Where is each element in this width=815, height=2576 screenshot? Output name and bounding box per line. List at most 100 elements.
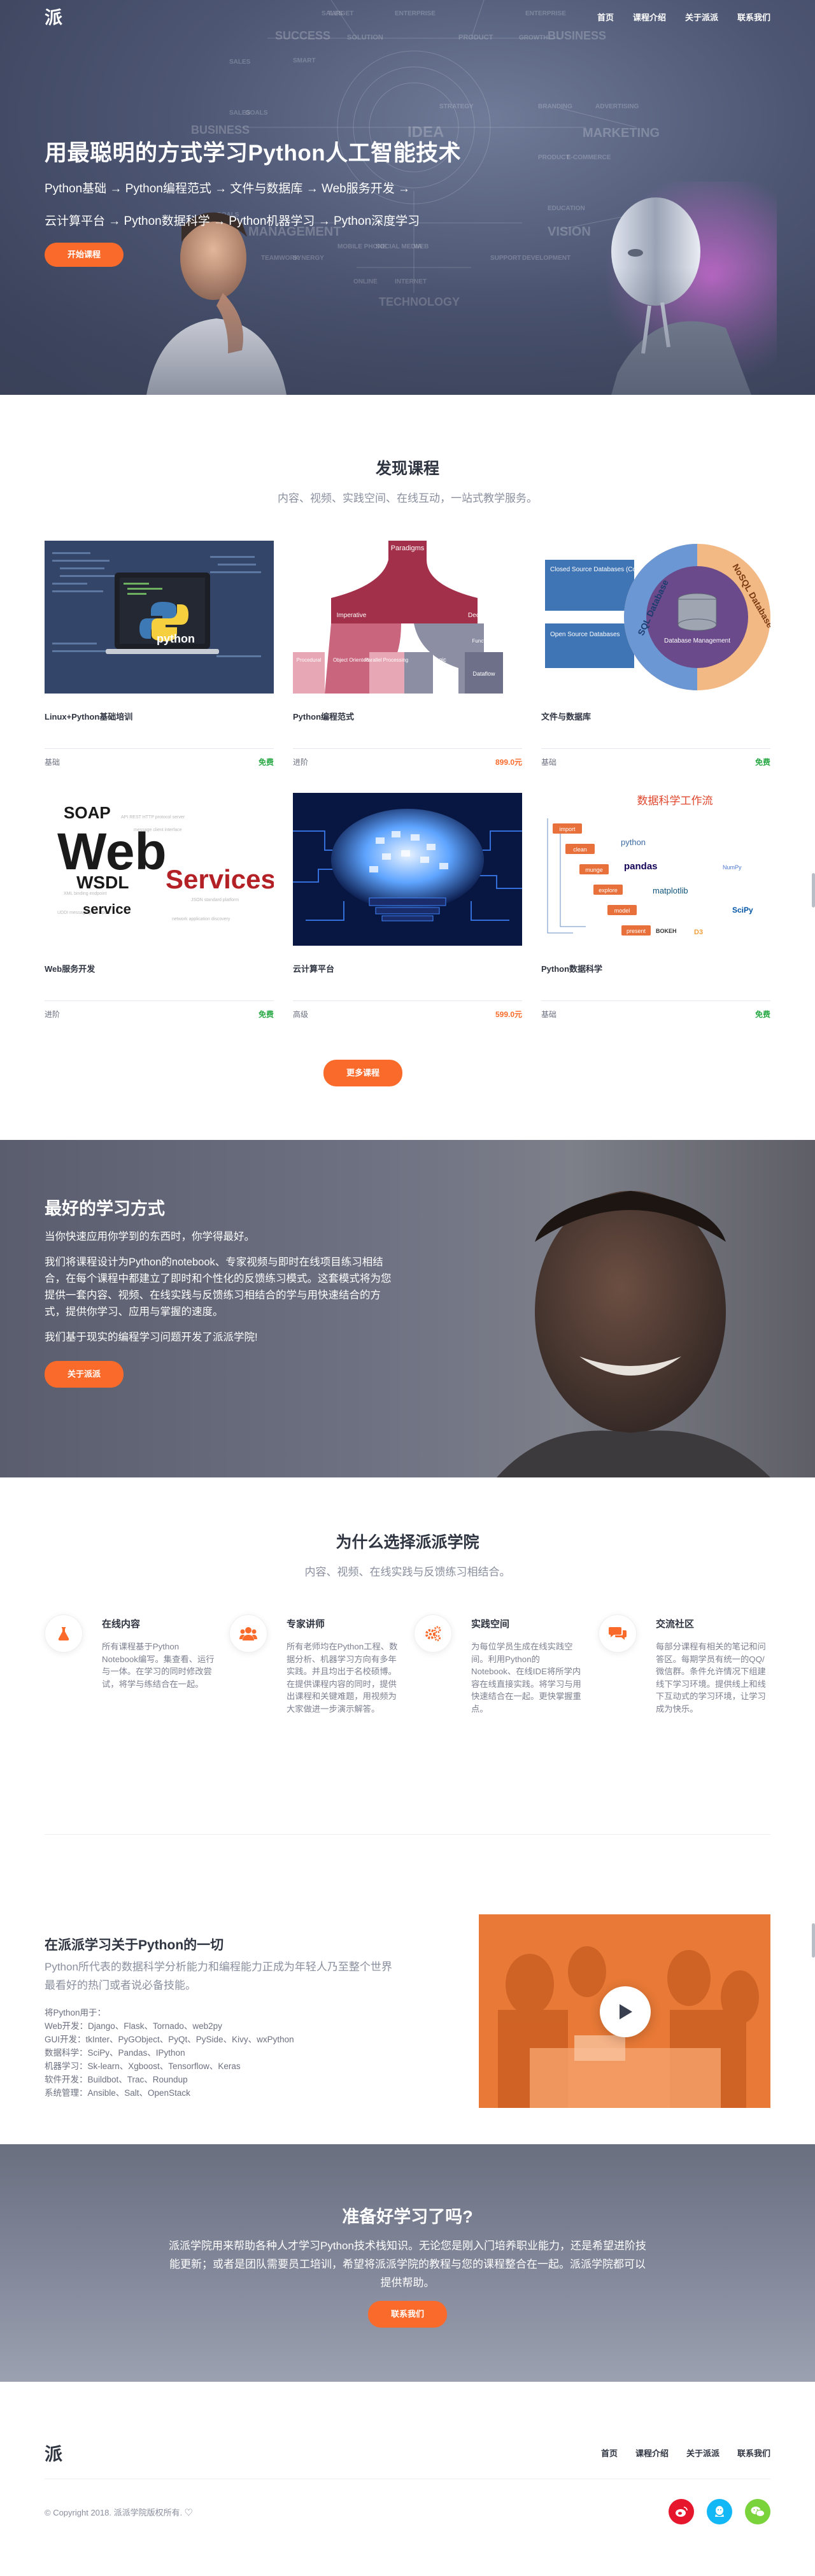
course-thumbnail[interactable]: API REST HTTP protocol server message cli…	[45, 793, 274, 946]
hero-bg-word: SALES	[229, 110, 251, 117]
course-card-web[interactable]: API REST HTTP protocol server message cli…	[45, 793, 274, 1020]
hero-title: 用最聪明的方式学习Python人工智能技术	[45, 141, 462, 166]
hero-content: 用最聪明的方式学习Python人工智能技术 Python基础 → Python编…	[45, 135, 528, 267]
python-use-datasci: 数据科学：SciPy、Pandas、IPython	[45, 2048, 185, 2058]
course-thumbnail[interactable]: 数据科学工作流 import clean munge explore model…	[541, 793, 770, 946]
course-name[interactable]: Linux+Python基础培训	[45, 710, 274, 736]
feature-title: 在线内容	[102, 1619, 141, 1630]
qq-icon[interactable]	[707, 2499, 732, 2524]
nav-home-link[interactable]: 首页	[597, 11, 614, 23]
open-source-label: Open Source Databases	[550, 631, 620, 638]
laptop-code-image: python	[45, 541, 274, 694]
footer-home-link[interactable]: 首页	[601, 2447, 618, 2459]
site-footer: 派 首页 课程介绍 关于派派 联系我们 © Copyright 2018. 派派…	[0, 2382, 815, 2576]
service-word: service	[83, 901, 131, 917]
paradigms-label: Paradigms	[391, 544, 425, 552]
course-card-database[interactable]: Closed Source Databases (Commercial Vend…	[541, 541, 770, 767]
python-use-ml: 机器学习：Sk-learn、Xgboost、Tensorflow、Keras	[45, 2061, 241, 2071]
svg-text:JSON standard platform: JSON standard platform	[191, 898, 239, 902]
start-course-button[interactable]: 开始课程	[45, 243, 124, 267]
svg-text:XML binding endpoint: XML binding endpoint	[64, 892, 107, 896]
declarative-label: Declarative	[468, 612, 500, 619]
footer-contact-link[interactable]: 联系我们	[737, 2447, 770, 2459]
course-name[interactable]: 云计算平台	[293, 962, 522, 988]
hero-path-line-2: 云计算平台 → Python数据科学 → Python机器学习 → Python…	[45, 215, 420, 228]
workflow-step-6: present	[627, 928, 646, 934]
procedural-label: Procedural	[297, 657, 322, 663]
svg-text:network application discover: network application discovery	[172, 917, 230, 922]
feature-community: 交流社区 每部分课程有相关的笔记和问答区。每期学员有统一的QQ/微信群。条件允许…	[599, 1614, 777, 1715]
services-word: Services	[166, 864, 274, 894]
courses-subtitle: 内容、视频、实践空间、在线互动，一站式教学服务。	[278, 492, 537, 504]
chat-icon	[599, 1614, 637, 1653]
hero-bg-word: SALES	[229, 59, 251, 66]
course-thumbnail[interactable]	[293, 793, 522, 946]
course-meta: 进阶 免费	[45, 1000, 274, 1020]
why-section: 为什么选择派派学院 内容、视频、在线实践与反馈练习相结合。 在线内容 所有课程基…	[0, 1477, 815, 1860]
learning-method-footnote: 我们基于现实的编程学习问题开发了派派学院!	[45, 1332, 258, 1343]
hero-section: SALES TARGET SUCCESS SOLUTION SMART IDEA BUSIN…	[0, 0, 815, 395]
play-button[interactable]	[600, 1986, 651, 2037]
nav-links: 首页 课程介绍 关于派派 联系我们	[597, 11, 770, 23]
about-paipai-button[interactable]: 关于派派	[45, 1361, 124, 1388]
course-price: 免费	[755, 758, 770, 767]
course-thumbnail[interactable]: python	[45, 541, 274, 694]
dataflow-label: Dataflow	[472, 671, 495, 677]
intro-video[interactable]	[479, 1914, 770, 2108]
course-card-cloud[interactable]: 云计算平台 高级 599.0元	[293, 793, 522, 1020]
course-thumbnail[interactable]: Paradigms Imperative Declarative Procedu…	[293, 541, 522, 694]
hero-path-line-1: Python基础 → Python编程范式 → 文件与数据库 → Web服务开发…	[45, 182, 410, 196]
course-name[interactable]: Web服务开发	[45, 962, 274, 988]
lib-python: python	[621, 837, 646, 847]
workflow-step-5: model	[614, 907, 630, 914]
copyright-text: © Copyright 2018. 派派学院版权所有. ♡	[45, 2508, 193, 2517]
course-card-datasci[interactable]: 数据科学工作流 import clean munge explore model…	[541, 793, 770, 1020]
footer-courses-link[interactable]: 课程介绍	[635, 2447, 669, 2459]
wechat-icon[interactable]	[745, 2499, 770, 2524]
footer-about-link[interactable]: 关于派派	[686, 2447, 719, 2459]
workflow-step-4: explore	[599, 887, 618, 893]
hero-bg-word: BUSINESS	[191, 124, 250, 136]
lib-matplotlib: matplotlib	[653, 886, 688, 895]
feature-practice-space: 实践空间 为每位学员生成在线实践空间。利用Python的Notebook、在线I…	[414, 1614, 592, 1715]
python-uses-heading: 将Python用于：	[45, 2008, 106, 2017]
scrollbar-thumb-lower[interactable]	[812, 1923, 815, 1958]
web-services-wordcloud-image: API REST HTTP protocol servermessage cli…	[57, 803, 274, 922]
nav-contact-link[interactable]: 联系我们	[737, 11, 770, 23]
scrollbar-thumb[interactable]	[812, 873, 815, 907]
site-logo[interactable]: 派	[45, 4, 62, 29]
course-level: 基础	[45, 758, 60, 767]
nav-courses-link[interactable]: 课程介绍	[633, 11, 666, 23]
course-meta: 基础 免费	[45, 748, 274, 767]
course-card-linux-python[interactable]: python Linux+Python基础培训 基础 免费	[45, 541, 274, 767]
course-level: 进阶	[293, 758, 309, 767]
footer-logo[interactable]: 派	[45, 2440, 62, 2466]
db-management-label: Database Management	[664, 637, 730, 644]
wsdl-word: WSDL	[76, 872, 129, 892]
why-title: 为什么选择派派学院	[336, 1534, 479, 1551]
more-courses-button[interactable]: 更多课程	[323, 1060, 402, 1086]
feature-text: 所有课程基于Python Notebook编写。集查看、运行与一体。在学习的同时…	[102, 1642, 215, 1689]
contact-us-button[interactable]: 联系我们	[368, 2301, 447, 2328]
cloud-computing-image	[293, 793, 522, 946]
workflow-step-2: clean	[573, 846, 587, 853]
why-subtitle: 内容、视频、在线实践与反馈练习相结合。	[304, 1566, 511, 1578]
course-meta: 进阶 899.0元	[293, 748, 522, 767]
nav-about-link[interactable]: 关于派派	[685, 11, 718, 23]
imperative-label: Imperative	[337, 612, 367, 619]
course-name[interactable]: Python编程范式	[293, 710, 522, 736]
course-level: 基础	[541, 1010, 557, 1019]
object-label: Object Oriented	[333, 657, 369, 663]
course-price: 免费	[258, 758, 274, 767]
smiling-student-image	[497, 1191, 770, 1477]
hero-bg-word: MARKETING	[583, 126, 660, 140]
course-name[interactable]: 文件与数据库	[541, 710, 770, 736]
course-card-paradigms[interactable]: Paradigms Imperative Declarative Procedu…	[293, 541, 522, 767]
python-use-software: 软件开发：Buildbot、Trac、Roundup	[45, 2075, 188, 2084]
course-name[interactable]: Python数据科学	[541, 962, 770, 988]
play-icon	[620, 2004, 632, 2019]
weibo-icon[interactable]	[669, 2499, 694, 2524]
ready-title: 准备好学习了吗?	[342, 2207, 473, 2226]
feature-text: 所有老师均在Python工程、数据分析、机器学习方向有多年实践。并且均出于名校硕…	[287, 1642, 398, 1714]
course-thumbnail[interactable]: Closed Source Databases (Commercial Vend…	[541, 541, 770, 694]
